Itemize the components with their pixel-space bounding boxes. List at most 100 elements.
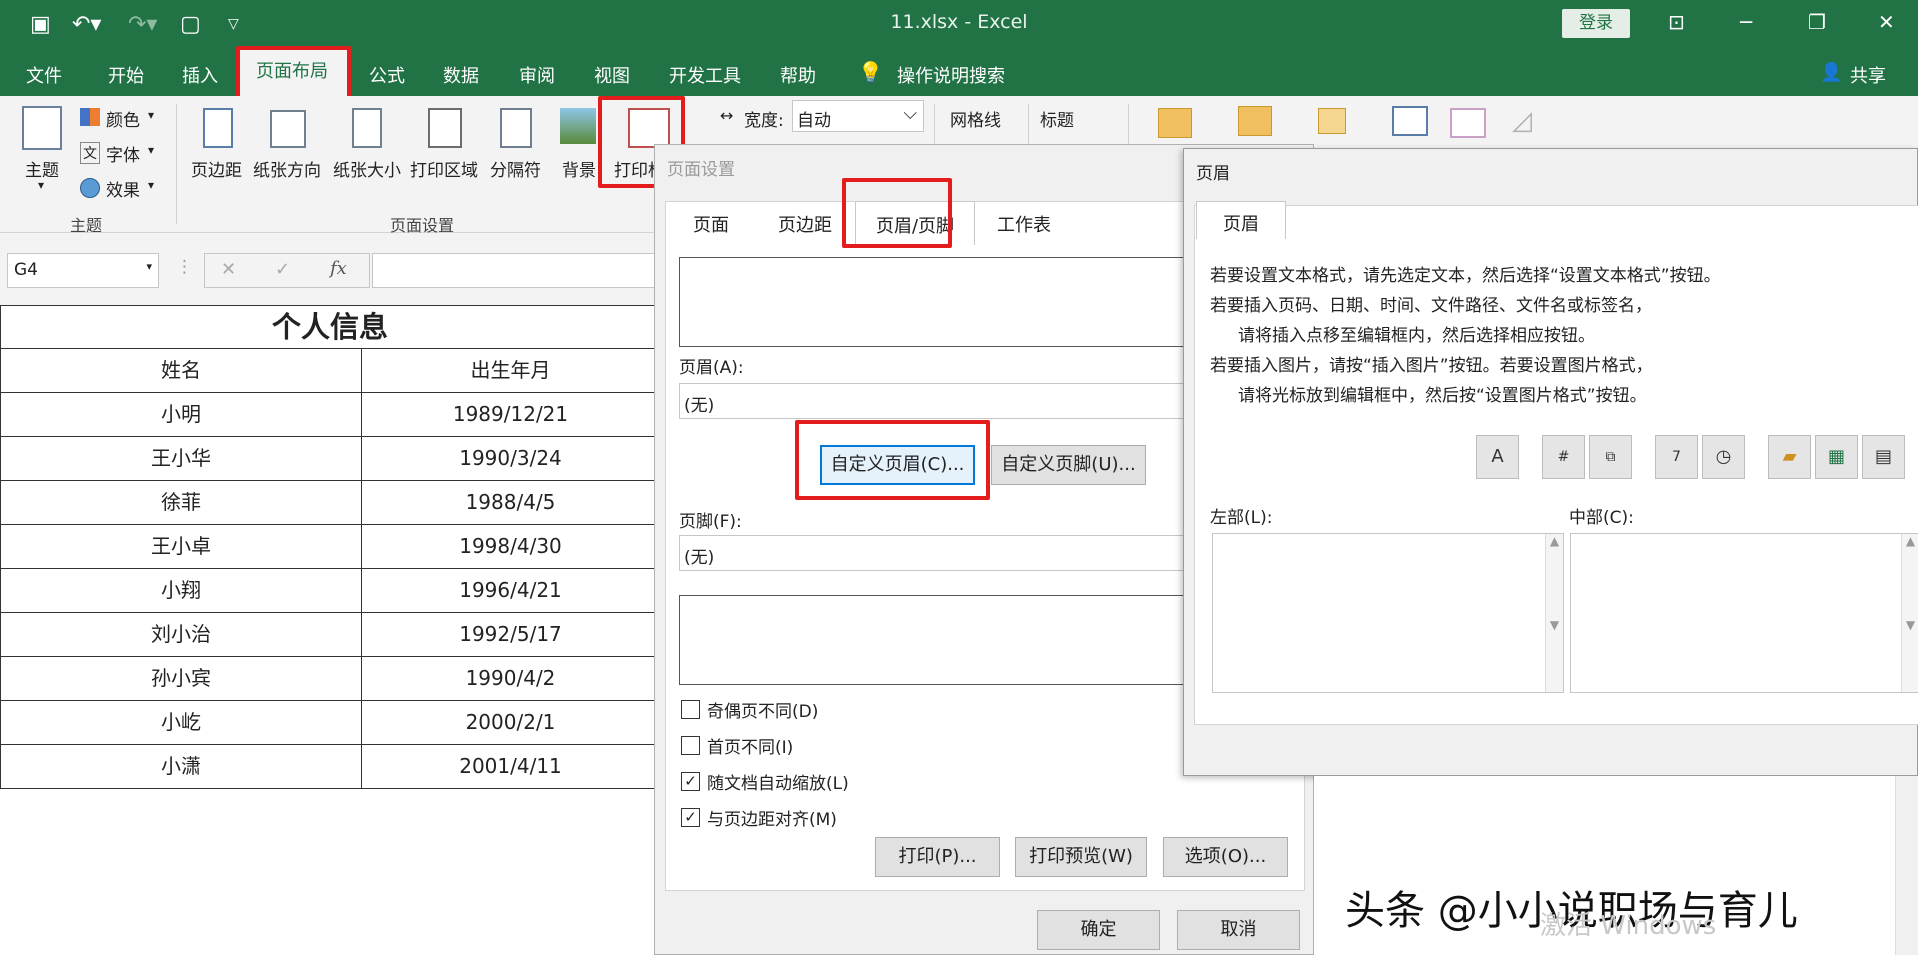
insert-page-number-icon[interactable]: #: [1542, 435, 1585, 479]
size-icon[interactable]: [352, 108, 382, 148]
checkbox[interactable]: [681, 700, 700, 719]
formula-input[interactable]: [372, 253, 660, 288]
name-cell[interactable]: 小明: [0, 393, 362, 437]
insert-time-icon[interactable]: ◷: [1702, 435, 1745, 479]
theme-dropdown-icon[interactable]: ▾: [38, 178, 44, 192]
rotate-icon[interactable]: ◿: [1512, 106, 1532, 136]
birth-date-cell[interactable]: 1998/4/30: [362, 525, 660, 569]
send-backward-icon[interactable]: [1238, 106, 1272, 136]
header-label: 页眉(A):: [679, 358, 744, 378]
checkbox[interactable]: ✓: [681, 808, 700, 827]
birth-date-cell[interactable]: 1990/4/2: [362, 657, 660, 701]
align-icon[interactable]: [1392, 106, 1428, 136]
orientation-button[interactable]: 纸张方向: [253, 156, 321, 181]
name-cell[interactable]: 王小卓: [0, 525, 362, 569]
print-preview-button[interactable]: 打印预览(W): [1015, 837, 1147, 877]
theme-icon[interactable]: [22, 106, 62, 150]
width-select[interactable]: 自动 ⌵: [792, 100, 924, 132]
custom-footer-button[interactable]: 自定义页脚(U)...: [991, 445, 1146, 485]
print-area-icon[interactable]: [428, 108, 462, 148]
name-cell[interactable]: 孙小宾: [0, 657, 362, 701]
name-cell[interactable]: 小屹: [0, 701, 362, 745]
restore-icon[interactable]: ❐: [1808, 10, 1826, 34]
margins-icon[interactable]: [203, 108, 233, 148]
effects-dropdown-icon[interactable]: ▾: [148, 178, 154, 192]
header-name-cell[interactable]: 姓名: [0, 349, 362, 393]
birth-date-cell[interactable]: 1989/12/21: [362, 393, 660, 437]
left-scrollbar[interactable]: ▲ ▼: [1545, 534, 1563, 692]
birth-date-cell[interactable]: 2001/4/11: [362, 745, 660, 789]
ok-button[interactable]: 确定: [1037, 910, 1160, 950]
tab-data[interactable]: 数据: [443, 62, 479, 88]
tab-header[interactable]: 页眉: [1196, 201, 1286, 239]
name-cell[interactable]: 徐菲: [0, 481, 362, 525]
tab-insert[interactable]: 插入: [182, 62, 218, 88]
print-area-button[interactable]: 打印区域: [410, 156, 478, 181]
activate-windows-text: 激活 Windows: [1540, 911, 1717, 941]
ribbon-display-icon[interactable]: ⊡: [1668, 10, 1685, 34]
effects-button[interactable]: 效果: [106, 176, 140, 201]
vertical-scrollbar[interactable]: [1895, 776, 1918, 955]
checkbox[interactable]: ✓: [681, 772, 700, 791]
birth-date-cell[interactable]: 1996/4/21: [362, 569, 660, 613]
cancel-button[interactable]: 取消: [1177, 910, 1300, 950]
checkbox[interactable]: [681, 736, 700, 755]
name-cell[interactable]: 小翔: [0, 569, 362, 613]
background-icon[interactable]: [560, 108, 596, 144]
group-icon[interactable]: [1450, 108, 1486, 138]
sheet-title-cell[interactable]: 个人信息: [0, 305, 660, 349]
breaks-button[interactable]: 分隔符: [490, 156, 541, 181]
minimize-icon[interactable]: ─: [1740, 10, 1752, 34]
cancel-icon[interactable]: ✕: [221, 259, 236, 280]
birth-date-cell[interactable]: 1992/5/17: [362, 613, 660, 657]
tab-help[interactable]: 帮助: [780, 62, 816, 88]
name-box[interactable]: G4 ▾: [7, 253, 159, 288]
tab-developer[interactable]: 开发工具: [669, 62, 741, 88]
tab-view[interactable]: 视图: [594, 62, 630, 88]
background-button[interactable]: 背景: [562, 156, 596, 181]
bring-forward-icon[interactable]: [1158, 108, 1192, 138]
insert-file-name-icon[interactable]: ▦: [1815, 435, 1858, 479]
tab-home[interactable]: 开始: [108, 62, 144, 88]
tab-review[interactable]: 审阅: [519, 62, 555, 88]
insert-page-count-icon[interactable]: ⧉: [1589, 435, 1632, 479]
margins-button[interactable]: 页边距: [191, 156, 242, 181]
birth-date-cell[interactable]: 1988/4/5: [362, 481, 660, 525]
format-text-icon[interactable]: A: [1476, 435, 1519, 479]
center-section-input[interactable]: ▲ ▼: [1570, 533, 1918, 693]
header-birth-cell[interactable]: 出生年月: [362, 349, 660, 393]
name-cell[interactable]: 王小华: [0, 437, 362, 481]
birth-date-cell[interactable]: 1990/3/24: [362, 437, 660, 481]
login-button[interactable]: 登录: [1562, 9, 1630, 38]
insert-file-path-icon[interactable]: ▰: [1768, 435, 1811, 479]
colors-button[interactable]: 颜色: [106, 106, 140, 131]
name-cell[interactable]: 小潇: [0, 745, 362, 789]
fonts-dropdown-icon[interactable]: ▾: [148, 143, 154, 157]
fonts-button[interactable]: 字体: [106, 141, 140, 166]
enter-icon[interactable]: ✓: [275, 259, 290, 280]
options-button[interactable]: 选项(O)...: [1163, 837, 1288, 877]
share-icon[interactable]: 👤: [1820, 62, 1842, 83]
size-button[interactable]: 纸张大小: [333, 156, 401, 181]
breaks-icon[interactable]: [500, 108, 532, 148]
tab-sheet[interactable]: 工作表: [975, 211, 1073, 243]
center-scrollbar[interactable]: ▲ ▼: [1901, 534, 1918, 692]
orientation-icon[interactable]: [270, 110, 306, 148]
insert-function-icon[interactable]: fx: [330, 258, 347, 279]
tab-formulas[interactable]: 公式: [369, 62, 405, 88]
left-section-input[interactable]: ▲ ▼: [1212, 533, 1564, 693]
insert-sheet-name-icon[interactable]: ▤: [1862, 435, 1905, 479]
tab-margins[interactable]: 页边距: [755, 211, 855, 243]
tell-me-search[interactable]: 操作说明搜索: [897, 62, 1005, 88]
tab-file[interactable]: 文件: [26, 62, 62, 88]
birth-date-cell[interactable]: 2000/2/1: [362, 701, 660, 745]
insert-date-icon[interactable]: 7: [1655, 435, 1698, 479]
highlight-page-layout: [236, 46, 351, 103]
close-icon[interactable]: ✕: [1878, 10, 1895, 34]
colors-dropdown-icon[interactable]: ▾: [148, 108, 154, 122]
share-button[interactable]: 共享: [1850, 62, 1886, 88]
print-button[interactable]: 打印(P)...: [875, 837, 1000, 877]
name-cell[interactable]: 刘小治: [0, 613, 362, 657]
selection-pane-icon[interactable]: [1318, 108, 1346, 134]
tab-page[interactable]: 页面: [671, 211, 751, 243]
